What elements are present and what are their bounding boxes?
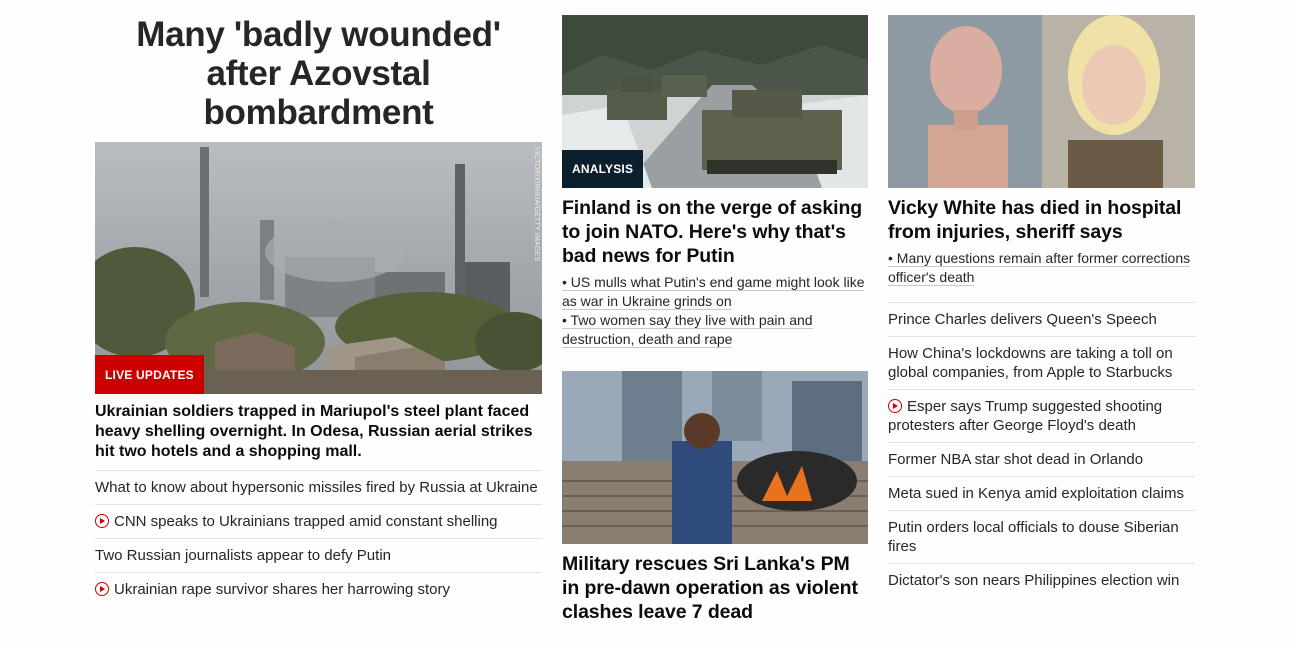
analysis-badge[interactable]: ANALYSIS — [562, 150, 644, 188]
bullet-link[interactable]: • US mulls what Putin's end game might l… — [562, 273, 868, 311]
list-item[interactable]: Former NBA star shot dead in Orlando — [888, 442, 1195, 476]
top-story-title[interactable]: Many 'badly wounded' after Azovstal bomb… — [99, 15, 538, 132]
list-item[interactable]: How China's lockdowns are taking a toll … — [888, 336, 1195, 389]
list-item[interactable]: Meta sued in Kenya amid exploitation cla… — [888, 476, 1195, 510]
related-links: What to know about hypersonic missiles f… — [95, 470, 542, 606]
play-circle-icon — [95, 582, 109, 596]
azovstal-photo[interactable]: VICTOR/XINHUA/GETTY IMAGES LIVE UPDATES — [95, 142, 542, 394]
live-updates-badge[interactable]: LIVE UPDATES — [95, 355, 204, 394]
bullet-link[interactable]: • Two women say they live with pain and … — [562, 311, 868, 349]
top-story-column: Many 'badly wounded' after Azovstal bomb… — [95, 15, 542, 606]
list-item[interactable]: Prince Charles delivers Queen's Speech — [888, 302, 1195, 336]
vicky-white-photo[interactable] — [888, 15, 1195, 188]
play-circle-icon — [888, 399, 902, 413]
play-circle-icon — [95, 514, 109, 528]
list-item[interactable]: CNN speaks to Ukrainians trapped amid co… — [95, 504, 542, 538]
middle-column: ANALYSIS Finland is on the verge of aski… — [562, 15, 868, 624]
list-item[interactable]: Esper says Trump suggested shooting prot… — [888, 389, 1195, 442]
list-item[interactable]: Dictator's son nears Philippines electio… — [888, 563, 1195, 597]
sri-lanka-headline[interactable]: Military rescues Sri Lanka's PM in pre-d… — [562, 552, 868, 624]
right-column: Vicky White has died in hospital from in… — [888, 15, 1195, 597]
sri-lanka-photo[interactable] — [562, 371, 868, 544]
list-item[interactable]: Ukrainian rape survivor shares her harro… — [95, 572, 542, 606]
finland-tanks-photo[interactable]: ANALYSIS — [562, 15, 868, 188]
list-item[interactable]: Putin orders local officials to douse Si… — [888, 510, 1195, 563]
vicky-white-headline[interactable]: Vicky White has died in hospital from in… — [888, 196, 1195, 244]
photo-credit: VICTOR/XINHUA/GETTY IMAGES — [533, 147, 540, 262]
list-item[interactable]: What to know about hypersonic missiles f… — [95, 470, 542, 504]
top-story-lead[interactable]: Ukrainian soldiers trapped in Mariupol's… — [95, 402, 542, 462]
bullet-link[interactable]: • Many questions remain after former cor… — [888, 249, 1195, 287]
list-item[interactable]: Two Russian journalists appear to defy P… — [95, 538, 542, 572]
finland-bullets: • US mulls what Putin's end game might l… — [562, 273, 868, 349]
headlines-list: Prince Charles delivers Queen's Speech H… — [888, 302, 1195, 597]
vicky-bullets: • Many questions remain after former cor… — [888, 249, 1195, 287]
finland-headline[interactable]: Finland is on the verge of asking to joi… — [562, 196, 868, 268]
